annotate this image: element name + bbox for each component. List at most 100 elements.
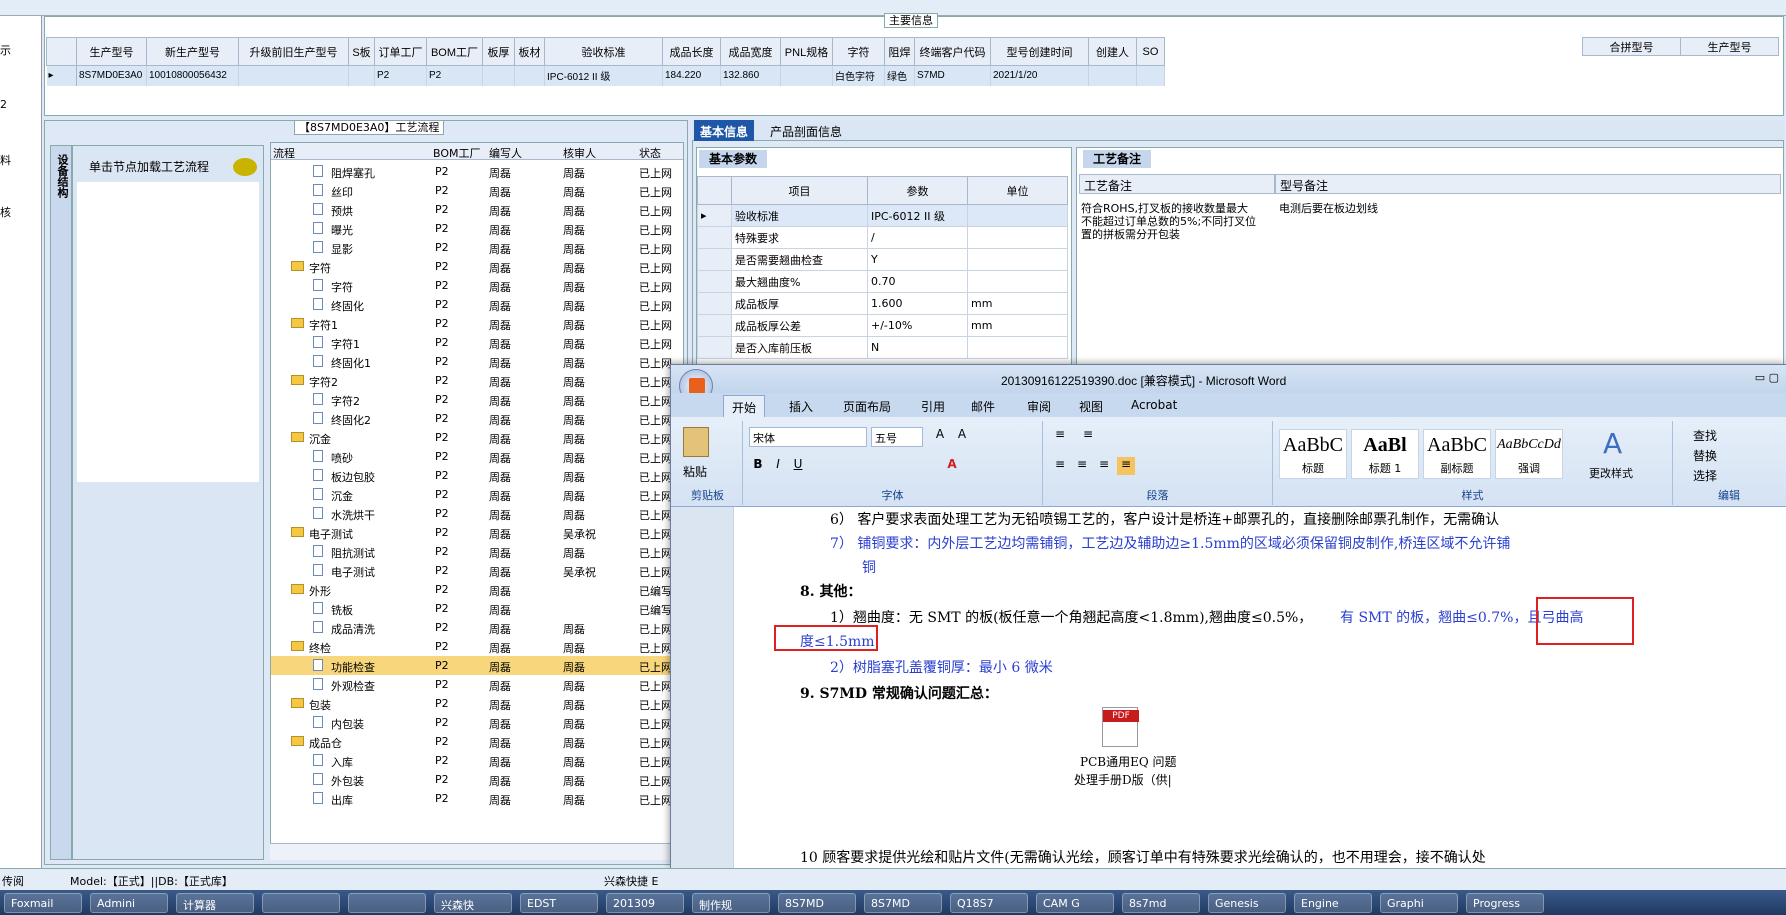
change-style-icon[interactable]: A: [1603, 427, 1622, 460]
paste-button[interactable]: 粘贴: [683, 463, 707, 480]
window-controls[interactable]: ▭ ▢: [1755, 371, 1779, 384]
col-header[interactable]: 核审人: [563, 145, 596, 161]
col-header[interactable]: 型号备注: [1275, 174, 1781, 194]
col-header[interactable]: 板厚: [482, 37, 515, 66]
grid-cell[interactable]: [1136, 65, 1165, 86]
flow-row[interactable]: 电子测试 P2 周磊 吴承祝 已上网: [271, 561, 683, 580]
grow-font-icon[interactable]: A: [931, 427, 949, 445]
flow-row[interactable]: 终固化1 P2 周磊 周磊 已上网: [271, 352, 683, 371]
horizontal-scrollbar[interactable]: [270, 843, 684, 860]
numbering-icon[interactable]: ≡: [1079, 427, 1097, 445]
font-name-select[interactable]: 宋体: [749, 427, 867, 447]
font-size-select[interactable]: 五号: [871, 427, 923, 447]
speech-bubble-icon[interactable]: [233, 158, 257, 176]
flow-row[interactable]: 水洗烘干 P2 周磊 周磊 已上网: [271, 504, 683, 523]
taskbar-item[interactable]: [262, 893, 340, 913]
col-header[interactable]: 终端客户代码: [914, 37, 991, 66]
tab-basic-info[interactable]: 基本信息: [694, 120, 755, 141]
change-style-button[interactable]: 更改样式: [1589, 465, 1633, 481]
flow-row[interactable]: 成品仓 P2 周磊 周磊 已上网: [271, 732, 683, 751]
flow-row[interactable]: 电子测试 P2 周磊 吴承祝 已上网: [271, 523, 683, 542]
grid-cell[interactable]: P2: [374, 65, 427, 86]
model-note[interactable]: 电测后要在板边划线: [1279, 202, 1378, 215]
side-tab[interactable]: 设备结构: [50, 145, 72, 860]
align-right-icon[interactable]: ≡: [1095, 457, 1113, 475]
ribbon-tab[interactable]: 邮件: [971, 398, 995, 415]
taskbar-item[interactable]: 8S7MD: [864, 893, 942, 913]
grid-cell[interactable]: [238, 65, 349, 86]
taskbar-item[interactable]: 计算器: [176, 893, 254, 913]
flow-row[interactable]: 终固化 P2 周磊 周磊 已上网: [271, 295, 683, 314]
justify-icon[interactable]: ≡: [1117, 457, 1135, 475]
col-header[interactable]: BOM工厂: [426, 37, 483, 66]
taskbar-item[interactable]: Foxmail: [4, 893, 82, 913]
left-nav-item[interactable]: 核: [0, 204, 11, 220]
param-value[interactable]: 1.600: [867, 292, 968, 315]
flow-row[interactable]: 喷砂 P2 周磊 周磊 已上网: [271, 447, 683, 466]
col-header[interactable]: BOM工厂: [433, 145, 481, 161]
param-value[interactable]: 0.70: [867, 270, 968, 293]
col-header[interactable]: 项目: [731, 176, 868, 205]
taskbar-item[interactable]: 8S7MD: [778, 893, 856, 913]
find-button[interactable]: 查找: [1693, 427, 1717, 444]
underline-icon[interactable]: U: [789, 457, 807, 475]
param-value[interactable]: Y: [867, 248, 968, 271]
col-header[interactable]: 生产型号: [76, 37, 147, 66]
paste-icon[interactable]: [683, 427, 709, 457]
col-header[interactable]: 成品长度: [662, 37, 721, 66]
grid-cell[interactable]: 10010800056432: [146, 65, 239, 86]
flow-row[interactable]: 字符1 P2 周磊 周磊 已上网: [271, 333, 683, 352]
flow-row[interactable]: 阻抗测试 P2 周磊 周磊 已上网: [271, 542, 683, 561]
flow-row[interactable]: 包装 P2 周磊 周磊 已上网: [271, 694, 683, 713]
taskbar-item[interactable]: CAM G: [1036, 893, 1114, 913]
font-color-icon[interactable]: A: [943, 457, 961, 475]
ribbon-tab[interactable]: 插入: [789, 398, 813, 415]
ribbon-tab[interactable]: 引用: [921, 398, 945, 415]
flow-row[interactable]: 入库 P2 周磊 周磊 已上网: [271, 751, 683, 770]
taskbar-item[interactable]: EDST: [520, 893, 598, 913]
taskbar-item[interactable]: 制作规: [692, 893, 770, 913]
col-header[interactable]: 订单工厂: [374, 37, 427, 66]
taskbar-item[interactable]: Admini: [90, 893, 168, 913]
flow-row[interactable]: 终检 P2 周磊 周磊 已上网: [271, 637, 683, 656]
left-nav-item[interactable]: 示: [0, 42, 11, 58]
grid-cell[interactable]: [780, 65, 833, 86]
flow-row[interactable]: 丝印 P2 周磊 周磊 已上网: [271, 181, 683, 200]
col-header[interactable]: 状态: [639, 145, 661, 161]
col-header[interactable]: 合拼型号: [1582, 37, 1681, 56]
taskbar-item[interactable]: [348, 893, 426, 913]
grid-cell[interactable]: 白色字符: [832, 65, 885, 86]
param-value[interactable]: +/-10%: [867, 314, 968, 337]
flow-row[interactable]: 出库 P2 周磊 周磊 已上网: [271, 789, 683, 808]
tab-profile-info[interactable]: 产品剖面信息: [770, 123, 842, 140]
col-header[interactable]: PNL规格: [780, 37, 833, 66]
taskbar-item[interactable]: Progress: [1466, 893, 1544, 913]
flow-row[interactable]: 字符1 P2 周磊 周磊 已上网: [271, 314, 683, 333]
process-note[interactable]: 符合ROHS,打叉板的接收数量最大不能超过订单总数的5%;不同打叉位置的拼板需分…: [1081, 202, 1257, 241]
flow-row[interactable]: 阻焊塞孔 P2 周磊 周磊 已上网: [271, 162, 683, 181]
load-flow-button[interactable]: 单击节点加载工艺流程: [89, 158, 209, 175]
flow-row[interactable]: 内包装 P2 周磊 周磊 已上网: [271, 713, 683, 732]
flow-row[interactable]: 字符 P2 周磊 周磊 已上网: [271, 276, 683, 295]
style-emphasis[interactable]: AaBbCcDd 强调: [1495, 429, 1563, 479]
row-indicator[interactable]: ▸: [46, 65, 77, 86]
flow-row[interactable]: 预烘 P2 周磊 周磊 已上网: [271, 200, 683, 219]
flow-row[interactable]: 外形 P2 周磊 已编写: [271, 580, 683, 599]
taskbar-item[interactable]: Graphi: [1380, 893, 1458, 913]
grid-cell[interactable]: [482, 65, 515, 86]
flow-row[interactable]: 沉金 P2 周磊 周磊 已上网: [271, 428, 683, 447]
param-row[interactable]: 成品板厚公差 +/-10% mm: [697, 314, 1068, 337]
taskbar-item[interactable]: Engine: [1294, 893, 1372, 913]
left-nav-item[interactable]: 料: [0, 152, 11, 168]
left-nav-item[interactable]: 2: [0, 98, 7, 111]
flow-row[interactable]: 沉金 P2 周磊 周磊 已上网: [271, 485, 683, 504]
grid-cell[interactable]: S7MD: [914, 65, 991, 86]
style-heading1[interactable]: AaBl 标题 1: [1351, 429, 1419, 479]
col-header[interactable]: 阻焊: [884, 37, 915, 66]
bold-icon[interactable]: B: [749, 457, 767, 475]
flow-row[interactable]: 功能检查 P2 周磊 周磊 已上网: [271, 656, 683, 675]
col-header[interactable]: 新生产型号: [146, 37, 239, 66]
param-value[interactable]: IPC-6012 II 级: [867, 204, 968, 227]
col-header[interactable]: 流程: [273, 145, 295, 161]
flow-row[interactable]: 字符2 P2 周磊 周磊 已上网: [271, 390, 683, 409]
